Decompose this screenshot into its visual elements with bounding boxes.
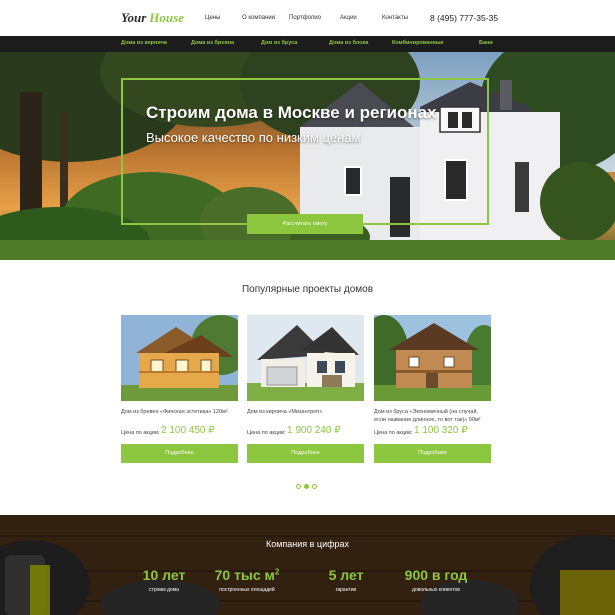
project-price: 1 100 320 ₽ (414, 425, 468, 436)
category-timber[interactable]: Дом из бруса (261, 40, 297, 46)
slider-dot-2[interactable] (304, 484, 309, 489)
stat-label: построенных площадей (219, 587, 275, 593)
category-bar: Дома из кирпича Дома из бревна Дом из бр… (0, 36, 615, 52)
category-brick[interactable]: Дома из кирпича (121, 40, 167, 46)
stat-value: 5 лет (328, 567, 364, 583)
stat-value: 70 тыс м2 (214, 567, 280, 583)
project-photo-timber-house[interactable] (374, 315, 491, 401)
stats-background-image (0, 515, 615, 615)
stat-clients: 900 в год довольных клиентов (386, 567, 486, 593)
category-saunas[interactable]: Бани (479, 40, 493, 46)
stats-section: Компания в цифрах 10 лет строим дома 70 … (0, 515, 615, 615)
stat-area-built: 70 тыс м2 построенных площадей (197, 567, 297, 593)
project-details-button[interactable]: Подробнее (374, 444, 491, 463)
project-details-button[interactable]: Подробнее (247, 444, 364, 463)
slider-dot-1[interactable] (296, 484, 301, 489)
project-name: Дом из бревен «Финская эстетика» 120м² (121, 409, 228, 415)
stat-label: довольных клиентов (412, 587, 460, 593)
nav-portfolio[interactable]: Портфолио (289, 15, 321, 21)
project-price: 1 900 240 ₽ (287, 425, 341, 436)
project-card: Дом из бревен «Финская эстетика» 120м² Ц… (121, 315, 238, 465)
hero-frame (121, 78, 489, 225)
calculate-estimate-button[interactable]: Рассчитать смету (247, 214, 363, 234)
price-label: Цена по акции: (121, 430, 160, 436)
nav-contacts[interactable]: Контакты (382, 15, 408, 21)
price-label: Цена по акции: (374, 430, 413, 436)
projects-section-title: Популярные проекты домов (241, 284, 374, 295)
price-label: Цена по акции: (247, 430, 286, 436)
category-combined[interactable]: Комбинированные (392, 40, 444, 46)
project-price: 2 100 450 ₽ (161, 425, 215, 436)
project-card: Дом из бруса «Экономичный (на случай, ес… (374, 315, 491, 465)
nav-prices[interactable]: Цены (205, 15, 220, 21)
site-header: Your House Цены О компании Портфолио Акци… (0, 0, 615, 36)
project-photo-log-house[interactable] (121, 315, 238, 401)
hero-subtitle: Высокое качество по низким ценам (146, 130, 361, 145)
project-photo-brick-house[interactable] (247, 315, 364, 401)
stats-section-title: Компания в цифрах (265, 539, 350, 549)
project-details-button[interactable]: Подробнее (121, 444, 238, 463)
stat-warranty: 5 лет гарантии (296, 567, 396, 593)
category-log[interactable]: Дома из бревна (191, 40, 234, 46)
nav-promotions[interactable]: Акции (340, 15, 357, 21)
nav-about[interactable]: О компании (242, 15, 275, 21)
stat-label: гарантии (335, 587, 357, 593)
stat-value: 900 в год (404, 567, 468, 583)
project-name: Дом из бруса «Экономичный (на случай, ес… (374, 409, 481, 423)
slider-dot-3[interactable] (312, 484, 317, 489)
project-card: Дом из кирпича «Мизантроп» Цена по акции… (247, 315, 364, 465)
hero-banner: Строим дома в Москве и регионах Высокое … (0, 52, 615, 260)
top-navigation: Цены О компании Портфолио Акции Контакты (0, 15, 615, 25)
category-block[interactable]: Дома из блока (329, 40, 368, 46)
phone-number[interactable]: 8 (495) 777-35-35 (430, 13, 498, 23)
project-name: Дом из кирпича «Мизантроп» (247, 409, 323, 415)
hero-title: Строим дома в Москве и регионах (146, 103, 437, 122)
